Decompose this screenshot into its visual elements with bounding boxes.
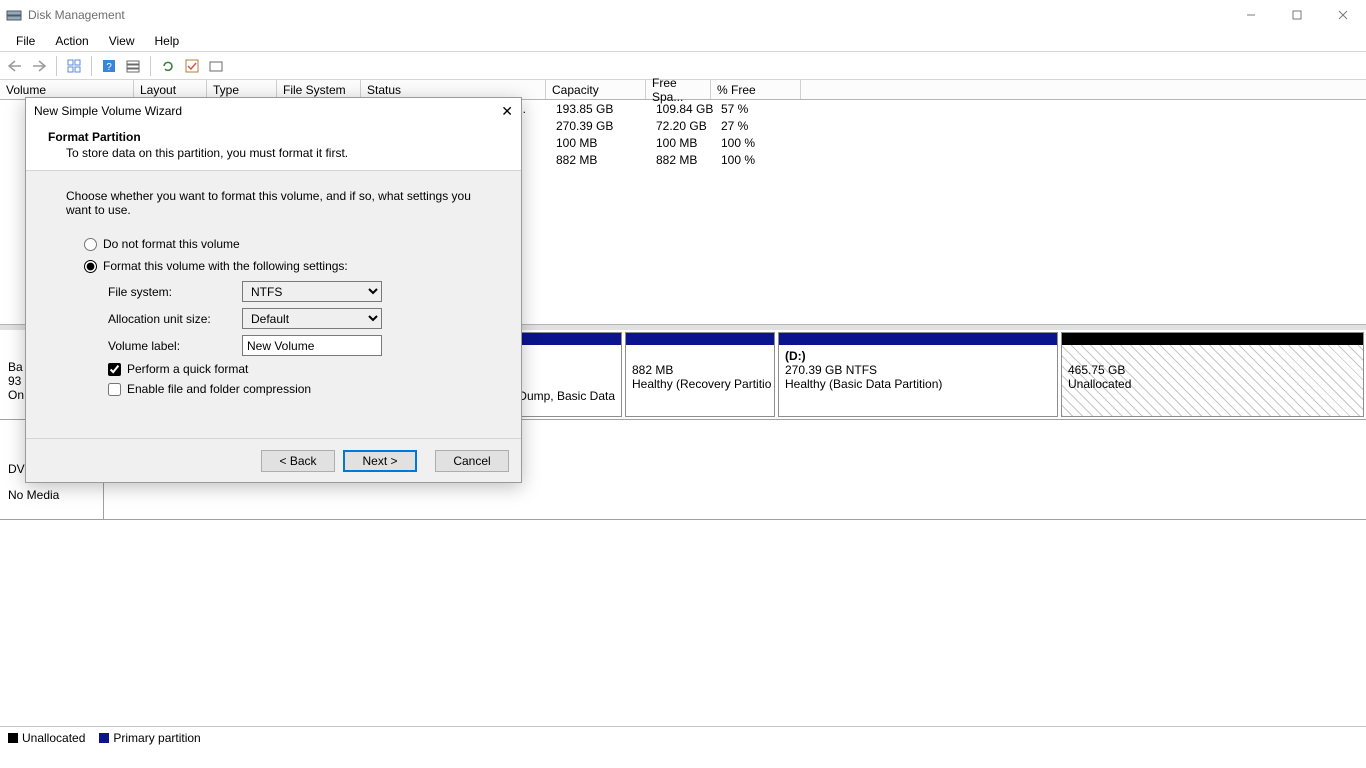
label-compression: Enable file and folder compression: [127, 382, 311, 396]
partition-unallocated[interactable]: 465.75 GB Unallocated: [1061, 332, 1364, 417]
legend: Unallocated Primary partition: [0, 726, 1366, 748]
wizard-header: Format Partition To store data on this p…: [26, 124, 521, 171]
label-format: Format this volume with the following se…: [103, 259, 348, 273]
next-button[interactable]: Next >: [343, 450, 417, 472]
nav-fwd-icon[interactable]: [28, 55, 50, 77]
wizard-subheading: To store data on this partition, you mus…: [48, 146, 499, 160]
help-icon[interactable]: ?: [98, 55, 120, 77]
menubar: File Action View Help: [0, 30, 1366, 52]
wizard-heading: Format Partition: [48, 130, 499, 144]
select-allocation[interactable]: Default: [242, 308, 382, 329]
legend-unallocated: Unallocated: [8, 731, 85, 745]
back-button[interactable]: < Back: [261, 450, 335, 472]
menu-file[interactable]: File: [8, 32, 43, 50]
label-allocation: Allocation unit size:: [108, 312, 242, 326]
label-volumelabel: Volume label:: [108, 339, 242, 353]
wizard-title: New Simple Volume Wizard: [34, 104, 182, 118]
disk-mgmt-icon: [6, 7, 22, 23]
partition[interactable]: (D:) 270.39 GB NTFS Healthy (Basic Data …: [778, 332, 1058, 417]
close-icon[interactable]: ✕: [501, 103, 513, 120]
toolbar-settings-icon[interactable]: [205, 55, 227, 77]
toolbar-view-icon[interactable]: [63, 55, 85, 77]
select-filesystem[interactable]: NTFS: [242, 281, 382, 302]
wizard-footer: < Back Next > Cancel: [26, 438, 521, 482]
partition[interactable]: 882 MB Healthy (Recovery Partitio: [625, 332, 775, 417]
cancel-button[interactable]: Cancel: [435, 450, 509, 472]
radio-noformat[interactable]: [84, 238, 97, 251]
svg-text:?: ?: [106, 62, 112, 73]
minimize-button[interactable]: [1228, 0, 1274, 30]
checkbox-compression[interactable]: [108, 383, 121, 396]
menu-action[interactable]: Action: [47, 32, 96, 50]
close-button[interactable]: [1320, 0, 1366, 30]
nav-back-icon[interactable]: [4, 55, 26, 77]
wizard-intro: Choose whether you want to format this v…: [66, 189, 499, 217]
col-pctfree[interactable]: % Free: [711, 80, 801, 99]
input-volumelabel[interactable]: [242, 335, 382, 356]
maximize-button[interactable]: [1274, 0, 1320, 30]
toolbar-check-icon[interactable]: [181, 55, 203, 77]
radio-format[interactable]: [84, 260, 97, 273]
window-title: Disk Management: [28, 8, 125, 22]
legend-primary: Primary partition: [99, 731, 200, 745]
menu-help[interactable]: Help: [147, 32, 188, 50]
label-filesystem: File system:: [108, 285, 242, 299]
wizard-dialog: New Simple Volume Wizard ✕ Format Partit…: [25, 97, 522, 483]
checkbox-quickformat[interactable]: [108, 363, 121, 376]
wizard-titlebar[interactable]: New Simple Volume Wizard ✕: [26, 98, 521, 124]
toolbar-list-icon[interactable]: [122, 55, 144, 77]
menu-view[interactable]: View: [101, 32, 143, 50]
col-free[interactable]: Free Spa...: [646, 80, 711, 99]
label-quickformat: Perform a quick format: [127, 362, 248, 376]
col-capacity[interactable]: Capacity: [546, 80, 646, 99]
label-noformat: Do not format this volume: [103, 237, 240, 251]
titlebar: Disk Management: [0, 0, 1366, 30]
toolbar-refresh-icon[interactable]: [157, 55, 179, 77]
